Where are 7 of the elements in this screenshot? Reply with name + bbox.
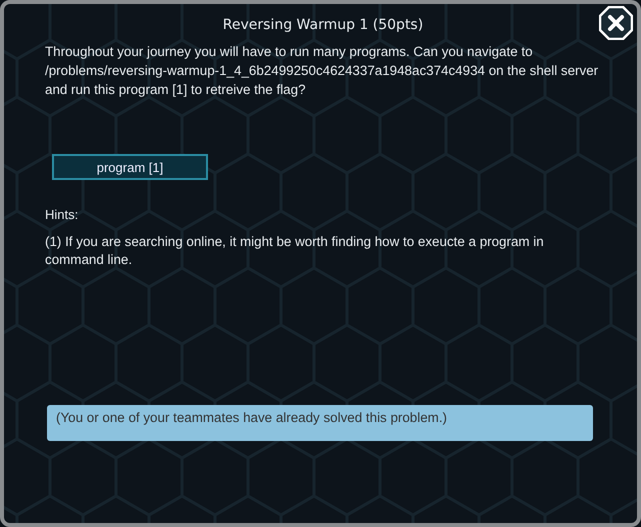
program-link-button[interactable]: program [1] bbox=[52, 154, 208, 180]
hint-text: (1) If you are searching online, it might be worth finding how to exeucte a program in command line. bbox=[45, 233, 545, 269]
dialog-title: Reversing Warmup 1 (50pts) bbox=[222, 17, 424, 33]
problem-description: Throughout your journey you will have to run many programs. Can you navigate to /problems/reversing-warmup-1_4_6b2499250c4624337a1948ac374c4934 on the shell server and run this program [1] to retreive the flag? bbox=[45, 43, 600, 99]
solved-notice: (You or one of your teammates have already solved this problem.) bbox=[47, 405, 593, 441]
close-button[interactable] bbox=[599, 6, 633, 40]
hints-label: Hints: bbox=[45, 207, 80, 222]
